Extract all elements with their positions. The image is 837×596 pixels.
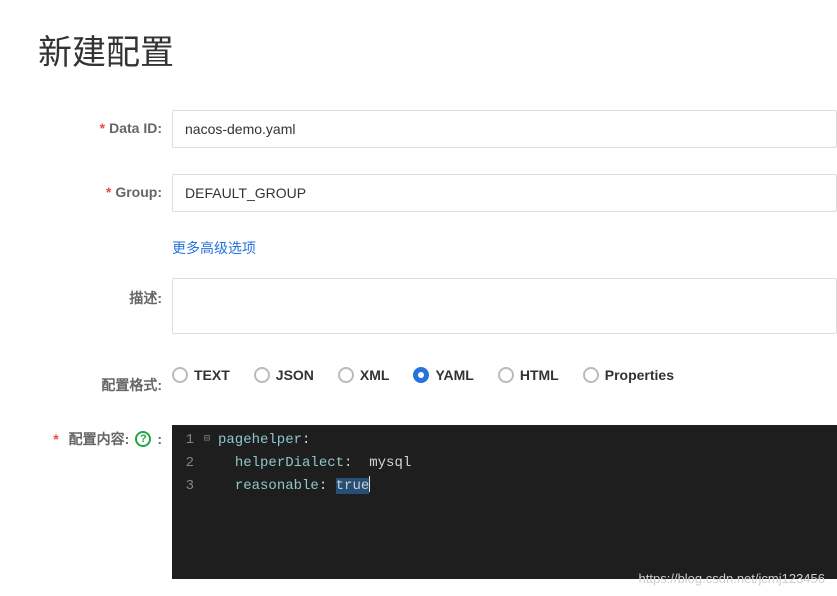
fold-icon[interactable]: ⊟ (204, 429, 218, 452)
code-text: reasonable: true (218, 475, 370, 498)
format-radio-html[interactable]: HTML (498, 367, 559, 383)
format-radio-group: TEXT JSON XML YAML HTML Properties (172, 365, 837, 383)
row-content: * 配置内容: ? : 1⊟pagehelper:2 helperDialect… (0, 425, 837, 579)
code-text: pagehelper: (218, 429, 310, 452)
radio-label: HTML (520, 367, 559, 383)
label-description: 描述: (0, 278, 172, 308)
code-editor[interactable]: 1⊟pagehelper:2 helperDialect: mysql3 rea… (172, 425, 837, 579)
group-input[interactable] (172, 174, 837, 212)
format-radio-xml[interactable]: XML (338, 367, 390, 383)
data-id-input[interactable] (172, 110, 837, 148)
row-format: 配置格式: TEXT JSON XML YAML HTML Properties (0, 365, 837, 395)
editor-line: 2 helperDialect: mysql (172, 452, 837, 475)
advanced-options-link[interactable]: 更多高级选项 (172, 238, 256, 258)
help-icon[interactable]: ? (135, 431, 151, 447)
radio-circle-icon (498, 367, 514, 383)
fold-icon (204, 475, 218, 498)
watermark: https://blog.csdn.net/jcmj123456 (639, 571, 825, 586)
editor-line: 1⊟pagehelper: (172, 429, 837, 452)
format-radio-yaml[interactable]: YAML (413, 367, 473, 383)
format-radio-json[interactable]: JSON (254, 367, 314, 383)
description-input[interactable] (172, 278, 837, 334)
line-number: 3 (172, 475, 204, 498)
fold-icon (204, 452, 218, 475)
row-advanced: 更多高级选项 (0, 238, 837, 258)
radio-circle-icon (338, 367, 354, 383)
code-text: helperDialect: mysql (218, 452, 411, 475)
radio-label: TEXT (194, 367, 230, 383)
row-data-id: *Data ID: (0, 110, 837, 148)
line-number: 2 (172, 452, 204, 475)
row-group: *Group: (0, 174, 837, 212)
format-radio-text[interactable]: TEXT (172, 367, 230, 383)
radio-circle-icon (172, 367, 188, 383)
radio-circle-icon (583, 367, 599, 383)
text-cursor (369, 476, 370, 492)
format-radio-properties[interactable]: Properties (583, 367, 674, 383)
label-format: 配置格式: (0, 365, 172, 395)
page-title: 新建配置 (0, 0, 837, 74)
editor-line: 3 reasonable: true (172, 475, 837, 498)
radio-label: JSON (276, 367, 314, 383)
line-number: 1 (172, 429, 204, 452)
row-description: 描述: (0, 278, 837, 339)
radio-label: XML (360, 367, 390, 383)
radio-label: Properties (605, 367, 674, 383)
radio-circle-icon (254, 367, 270, 383)
label-group: *Group: (0, 174, 172, 200)
radio-circle-icon (413, 367, 429, 383)
label-data-id: *Data ID: (0, 110, 172, 136)
radio-label: YAML (435, 367, 473, 383)
label-content: * 配置内容: ? : (0, 425, 172, 449)
config-form: *Data ID: *Group: 更多高级选项 描述: 配置格式: TEXT J… (0, 74, 837, 579)
